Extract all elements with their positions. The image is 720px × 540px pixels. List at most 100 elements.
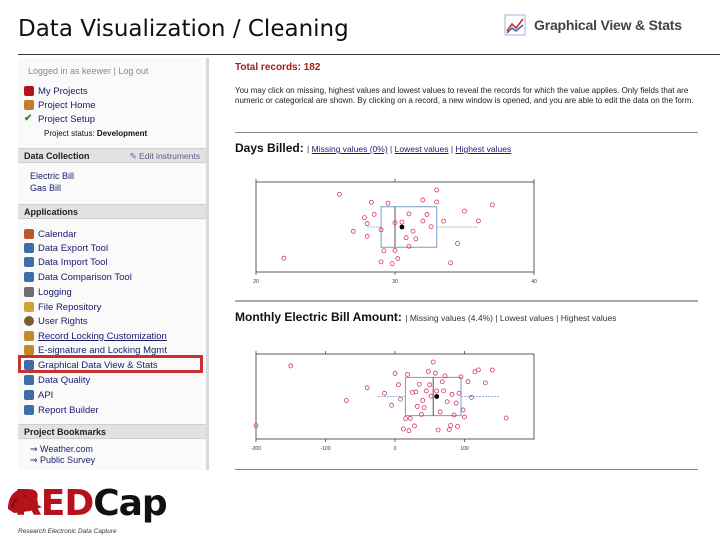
sidebar-item-data-quality[interactable]: Data Quality bbox=[24, 374, 90, 386]
sidebar-item-label: Project Home bbox=[38, 99, 96, 111]
quality-icon bbox=[24, 375, 34, 385]
data-point bbox=[462, 414, 467, 420]
data-point bbox=[407, 415, 413, 421]
sidebar-item-data-export[interactable]: Data Export Tool bbox=[24, 242, 108, 254]
compare-icon bbox=[24, 272, 34, 282]
project-status-label: Project status: bbox=[44, 129, 95, 138]
x-tick-label: -200 bbox=[251, 446, 261, 452]
section-divider bbox=[235, 300, 698, 302]
days-billed-title: Days Billed: | Missing values (0%) | Low… bbox=[235, 141, 511, 155]
home-icon bbox=[24, 100, 34, 110]
instrument-link-electric-bill[interactable]: Electric Bill bbox=[30, 171, 74, 181]
bookmark-link-weather[interactable]: ⇒ Weather.com bbox=[30, 444, 93, 455]
sidebar-item-user-rights[interactable]: User Rights bbox=[24, 315, 88, 327]
data-point bbox=[398, 396, 403, 402]
data-point bbox=[343, 398, 349, 403]
bookmark-link-public-survey[interactable]: ⇒ Public Survey bbox=[30, 455, 95, 466]
data-point bbox=[403, 416, 408, 422]
data-point bbox=[389, 261, 395, 267]
data-point bbox=[456, 390, 462, 396]
bookmark-label: Public Survey bbox=[40, 455, 96, 465]
data-point bbox=[441, 218, 447, 224]
sidebar-item-data-comparison[interactable]: Data Comparison Tool bbox=[24, 271, 132, 283]
sidebar-item-label: Project Setup bbox=[38, 113, 96, 125]
api-icon bbox=[24, 390, 34, 400]
data-point bbox=[420, 397, 426, 403]
lowest-values-link[interactable]: Lowest values bbox=[395, 144, 449, 154]
section-title-text: Days Billed: bbox=[235, 141, 304, 155]
sidebar-item-label: Report Builder bbox=[38, 404, 99, 416]
data-point bbox=[465, 379, 471, 384]
lowest-values-link[interactable]: Lowest values bbox=[500, 313, 554, 323]
user-icon bbox=[24, 316, 34, 326]
applications-header: Applications bbox=[18, 204, 206, 219]
data-point bbox=[475, 218, 481, 224]
highlight-annotation bbox=[18, 355, 203, 373]
highest-values-link[interactable]: Highest values bbox=[455, 144, 511, 154]
data-point bbox=[421, 405, 427, 411]
data-point bbox=[420, 197, 426, 203]
data-point bbox=[350, 228, 356, 234]
x-tick-label: 20 bbox=[253, 279, 259, 285]
data-collection-title: Data Collection bbox=[24, 151, 90, 161]
project-bookmarks-header: Project Bookmarks bbox=[18, 424, 206, 439]
sidebar-item-project-home[interactable]: Project Home bbox=[24, 99, 96, 111]
data-point bbox=[392, 247, 398, 253]
data-point bbox=[416, 381, 422, 387]
sidebar-item-report-builder[interactable]: Report Builder bbox=[24, 404, 99, 416]
x-tick-label: 100 bbox=[460, 446, 469, 452]
data-point bbox=[446, 427, 452, 433]
data-point bbox=[382, 390, 387, 396]
signature-icon bbox=[24, 345, 34, 355]
sidebar-item-my-projects[interactable]: My Projects bbox=[24, 85, 88, 97]
sidebar-item-data-import[interactable]: Data Import Tool bbox=[24, 256, 108, 268]
missing-values-link[interactable]: Missing values (0%) bbox=[312, 144, 388, 154]
chart-icon bbox=[504, 14, 526, 36]
slide-title: Data Visualization / Cleaning bbox=[18, 16, 349, 42]
data-point bbox=[364, 385, 370, 391]
sidebar-item-label: Record Locking Customization bbox=[38, 330, 167, 342]
section-title-text: Monthly Electric Bill Amount: bbox=[235, 310, 402, 324]
sidebar-item-logging[interactable]: Logging bbox=[24, 286, 72, 298]
sidebar-item-project-setup[interactable]: ✔ Project Setup bbox=[24, 113, 95, 125]
data-point bbox=[453, 400, 459, 406]
data-point bbox=[444, 399, 450, 405]
sidebar-item-record-locking[interactable]: Record Locking Customization bbox=[24, 330, 167, 342]
data-point bbox=[406, 211, 412, 217]
data-point bbox=[371, 211, 377, 217]
missing-values-link[interactable]: Missing values (4.4%) bbox=[410, 313, 493, 323]
data-point bbox=[482, 380, 488, 386]
graphical-view-title: Graphical View & Stats bbox=[534, 17, 682, 33]
highest-values-link[interactable]: Highest values bbox=[561, 313, 617, 323]
sidebar-item-label: File Repository bbox=[38, 301, 102, 313]
data-point bbox=[405, 371, 410, 377]
data-point bbox=[381, 248, 387, 254]
x-tick-label: 0 bbox=[394, 446, 397, 452]
sidebar-item-label: API bbox=[38, 389, 54, 401]
project-status: Project status: Development bbox=[44, 129, 147, 138]
data-point bbox=[396, 382, 401, 388]
electric-bill-title: Monthly Electric Bill Amount: | Missing … bbox=[235, 310, 616, 324]
sidebar-item-label: User Rights bbox=[38, 315, 88, 327]
data-point bbox=[434, 187, 440, 193]
data-point bbox=[364, 233, 370, 239]
sidebar-item-api[interactable]: API bbox=[24, 389, 53, 401]
data-point bbox=[437, 409, 443, 415]
data-point bbox=[400, 426, 406, 432]
lock-icon bbox=[24, 331, 34, 341]
x-tick-label: 30 bbox=[392, 279, 398, 285]
data-point bbox=[427, 382, 433, 388]
data-point bbox=[288, 363, 294, 369]
data-point bbox=[428, 224, 434, 230]
data-point bbox=[368, 199, 374, 205]
edit-instruments-link[interactable]: ✎ Edit instruments bbox=[130, 149, 200, 164]
data-point bbox=[434, 199, 440, 205]
data-point bbox=[423, 388, 429, 394]
instrument-link-gas-bill[interactable]: Gas Bill bbox=[30, 183, 61, 193]
home-icon bbox=[24, 86, 34, 96]
sidebar-item-label: E-signature and Locking Mgmt bbox=[38, 344, 167, 356]
days-billed-chart: 20 30 40 bbox=[253, 179, 537, 285]
sidebar-item-file-repository[interactable]: File Repository bbox=[24, 301, 101, 313]
data-point bbox=[399, 219, 405, 225]
sidebar-item-calendar[interactable]: Calendar bbox=[24, 228, 77, 240]
